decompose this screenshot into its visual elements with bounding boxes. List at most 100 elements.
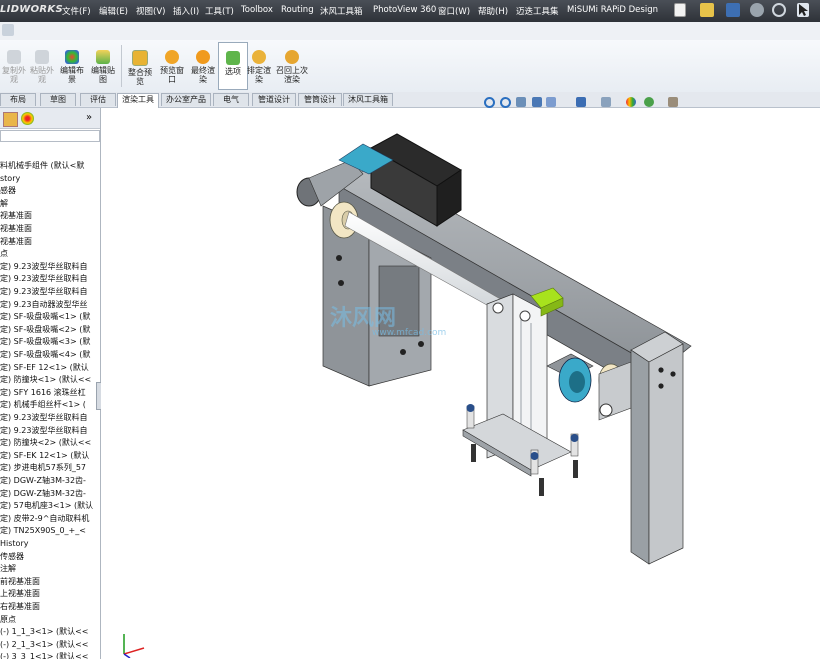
print-icon[interactable] [750,3,764,17]
tree-item[interactable]: 定) SF-吸盘吸嘴<2> (默 [0,324,90,335]
tree-item[interactable]: (-) 3_3_1<1> (默认<< [0,651,89,659]
schedule-render-icon [252,50,266,64]
menu-tools[interactable]: 工具(T) [205,5,234,17]
menu-view[interactable]: 视图(V) [136,5,165,17]
tab-layout[interactable]: 布局 [0,93,36,106]
tree-item[interactable]: (-) 2_1_3<1> (默认<< [0,639,89,650]
open-folder-icon[interactable] [700,3,714,17]
view-settings-icon[interactable] [668,97,678,107]
tree-item[interactable]: 注解 [0,563,16,574]
robot-arm-assembly-model[interactable] [101,108,820,659]
menu-insert[interactable]: 插入(I) [173,5,199,17]
undo-icon[interactable] [772,3,786,17]
tree-item[interactable]: 定) 9.23波型华丝取料自 [0,286,87,297]
tree-item[interactable]: 上视基准面 [0,588,40,599]
tree-item[interactable]: 定) 防撞块<2> (默认<< [0,437,91,448]
menu-window[interactable]: 窗口(W) [438,5,470,17]
view-orientation-icon[interactable] [576,97,586,107]
recall-last-render-button[interactable]: 召回上次渲染 [276,42,308,84]
tree-item[interactable]: 定) 57电机座3<1> (默认 [0,500,93,511]
expand-panel-icon[interactable]: » [86,112,92,123]
menu-photoview[interactable]: PhotoView 360 [373,5,436,15]
tree-item[interactable]: 定) 9.23波型华丝取料自 [0,425,87,436]
tab-mufeng-toolbox[interactable]: 沐风工具箱 [343,93,393,106]
tree-item[interactable]: 定) SF-吸盘吸嘴<1> (默 [0,311,90,322]
tab-electrical[interactable]: 电气 [213,93,249,106]
tree-item[interactable]: 定) 皮带2-9^自动取料机 [0,513,89,524]
tree-item[interactable]: 定) SF-吸盘吸嘴<4> (默 [0,349,90,360]
menu-maidie-tools[interactable]: 迈迭工具集 [516,5,559,17]
tree-item[interactable]: 定) 步进电机57系列_57 [0,462,86,473]
tree-item[interactable]: 料机械手组件 (默认<默 [0,160,84,171]
menu-misumi[interactable]: MiSUMi RAPiD Design [567,5,658,15]
panel-tabs: » [0,108,100,129]
new-document-icon[interactable] [674,3,686,17]
tree-item[interactable]: 感器 [0,185,16,196]
edit-appearance-icon[interactable] [626,97,636,107]
tab-piping[interactable]: 管道设计 [252,93,296,106]
tree-item[interactable]: 前视基准面 [0,576,40,587]
tree-item[interactable]: (-) 1_1_3<1> (默认<< [0,626,89,637]
menu-help[interactable]: 帮助(H) [478,5,508,17]
integrated-preview-icon [132,50,148,66]
menu-edit[interactable]: 编辑(E) [99,5,128,17]
tab-sketch[interactable]: 草图 [40,93,76,106]
save-icon[interactable] [726,3,740,17]
tree-item[interactable]: 定) DGW-Z轴3M-32齿- [0,475,86,486]
tree-item[interactable]: 定) 防撞块<1> (默认<< [0,374,91,385]
tree-item[interactable]: 定) SF-吸盘吸嘴<3> (默 [0,336,90,347]
display-manager-icon[interactable] [21,112,34,125]
tree-item[interactable]: 解 [0,198,8,209]
integrated-preview-button[interactable]: 整合预览 [126,42,154,86]
dynamic-annotation-icon[interactable] [546,97,556,107]
tree-item[interactable]: story [0,173,20,184]
tree-item[interactable]: 视基准面 [0,236,32,247]
copy-appearance-button[interactable]: 复制外观 [0,42,28,84]
tree-item[interactable]: 定) 9.23波型华丝取料自 [0,273,87,284]
section-view-icon[interactable] [532,97,542,107]
previous-view-icon[interactable] [516,97,526,107]
tree-item[interactable]: 定) TN25X90S_0_+_< [0,525,86,536]
tree-item[interactable]: 定) 机械手组丝杆<1> ( [0,399,86,410]
tree-item[interactable]: History [0,538,28,549]
copy-appearance-icon [7,50,21,64]
tree-item[interactable]: 点 [0,248,8,259]
paste-appearance-button[interactable]: 粘贴外观 [28,42,56,84]
config-manager-icon[interactable] [3,112,18,127]
menu-routing[interactable]: Routing [281,5,314,15]
tab-render-tools[interactable]: 渲染工具 [117,93,159,108]
tab-tubing[interactable]: 管筒设计 [298,93,342,106]
tree-item[interactable]: 定) SF-EK 12<1> (默认 [0,450,89,461]
final-render-button[interactable]: 最终渲染 [189,42,217,84]
menu-mufeng-toolbox[interactable]: 沐风工具箱 [320,5,363,17]
zoom-to-area-icon[interactable] [500,97,511,108]
display-style-icon[interactable] [601,97,611,107]
tree-item[interactable]: 视基准面 [0,223,32,234]
schedule-render-button[interactable]: 排定渲染 [245,42,273,84]
tree-item[interactable]: 传感器 [0,551,24,562]
tree-item[interactable]: 视基准面 [0,210,32,221]
tree-item[interactable]: 定) SFY 1616 滚珠丝杠 [0,387,86,398]
tree-item[interactable]: 原点 [0,614,16,625]
tab-office-products[interactable]: 办公室产品 [161,93,211,106]
edit-scene-button[interactable]: 编辑布景 [58,42,86,84]
tree-item[interactable]: 定) 9.23波型华丝取料自 [0,261,87,272]
apply-scene-icon[interactable] [644,97,654,107]
preview-window-icon [165,50,179,64]
tree-item[interactable]: 右视基准面 [0,601,40,612]
tree-item[interactable]: 定) SF-EF 12<1> (默认 [0,362,89,373]
preview-window-button[interactable]: 预览窗口 [158,42,186,84]
coordinate-triad [123,634,145,658]
options-button[interactable]: 选项 [218,42,248,90]
tree-item[interactable]: 定) 9.23波型华丝取料自 [0,412,87,423]
select-arrow-icon[interactable] [797,3,809,17]
menu-file[interactable]: 文件(F) [62,5,91,17]
menu-toolbox[interactable]: Toolbox [241,5,273,15]
zoom-to-fit-icon[interactable] [484,97,495,108]
tree-item[interactable]: 定) DGW-Z轴3M-32齿- [0,488,86,499]
tree-item[interactable]: 定) 9.23自动器波型华丝 [0,299,87,310]
tab-evaluate[interactable]: 评估 [80,93,116,106]
edit-decal-button[interactable]: 编辑贴图 [89,42,117,84]
assembly-icon[interactable] [2,24,14,36]
tree-filter-input[interactable] [0,130,100,142]
